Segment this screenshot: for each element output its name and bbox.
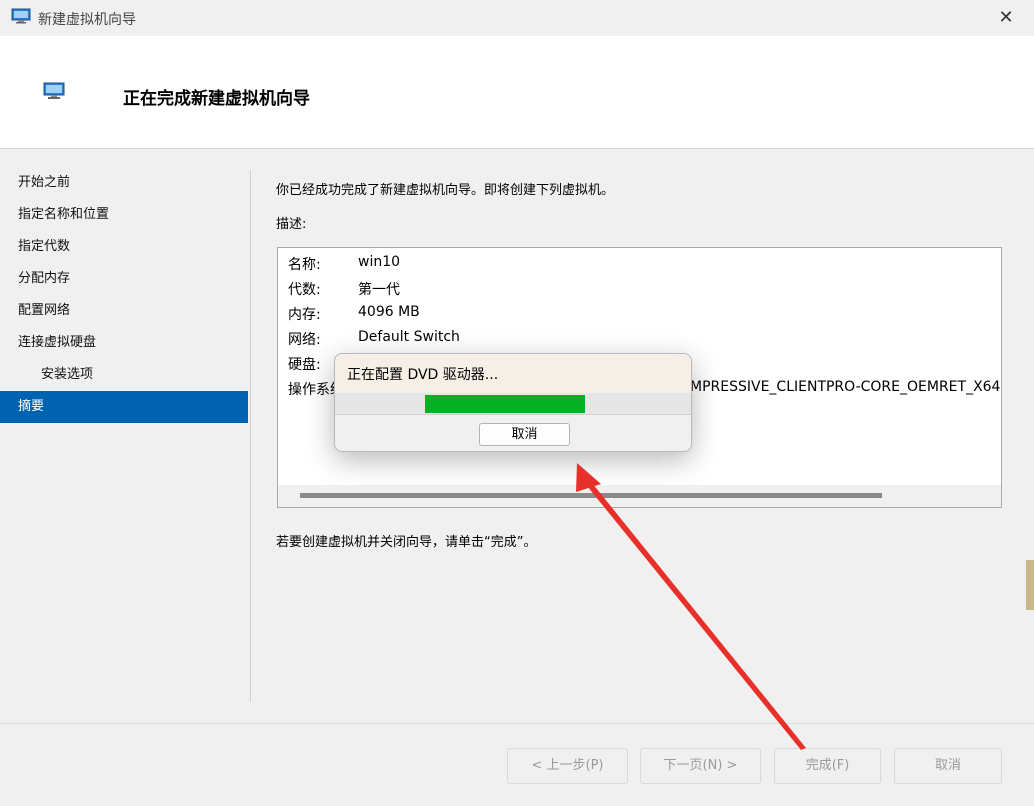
- close-icon: ✕: [998, 7, 1014, 28]
- nav-item-generation[interactable]: 指定代数: [0, 231, 250, 263]
- intro-text: 你已经成功完成了新建虚拟机向导。即将创建下列虚拟机。: [276, 183, 615, 198]
- summary-key: 名称:: [288, 257, 321, 273]
- vm-monitor-icon: [11, 8, 31, 24]
- wizard-header: 正在完成新建虚拟机向导: [0, 36, 1034, 149]
- vm-monitor-icon: [43, 82, 65, 99]
- footer-divider: [0, 723, 1034, 724]
- finish-instruction: 若要创建虚拟机并关闭向导，请单击“完成”。: [276, 535, 537, 550]
- summary-value: MPRESSIVE_CLIENTPRO-CORE_OEMRET_X64FRE: [690, 379, 1002, 395]
- cancel-button[interactable]: 取消: [894, 748, 1002, 784]
- wizard-nav: 开始之前 指定名称和位置 指定代数 分配内存 配置网络 连接虚拟硬盘 安装选项 …: [0, 167, 250, 423]
- summary-value: Default Switch: [358, 329, 460, 345]
- nav-item-before-you-begin[interactable]: 开始之前: [0, 167, 250, 199]
- nav-item-install-options[interactable]: 安装选项: [0, 359, 250, 391]
- nav-item-summary[interactable]: 摘要: [0, 391, 248, 423]
- page-title: 正在完成新建虚拟机向导: [123, 89, 310, 109]
- background-window-edge: [1026, 560, 1034, 610]
- horizontal-scrollbar[interactable]: [278, 485, 1001, 507]
- title-bar: 新建虚拟机向导 ✕: [0, 0, 1034, 36]
- summary-value: win10: [358, 254, 401, 270]
- summary-key: 内存:: [288, 307, 321, 323]
- dialog-title: 正在配置 DVD 驱动器...: [347, 367, 499, 383]
- summary-key: 代数:: [288, 282, 321, 298]
- summary-key: 网络:: [288, 332, 321, 348]
- nav-item-name-location[interactable]: 指定名称和位置: [0, 199, 250, 231]
- progress-dialog: 正在配置 DVD 驱动器... 取消: [334, 353, 692, 452]
- progress-bar: [335, 393, 691, 415]
- previous-button[interactable]: < 上一步(P): [507, 748, 628, 784]
- nav-divider: [250, 170, 251, 702]
- description-label: 描述:: [276, 217, 307, 232]
- nav-item-memory[interactable]: 分配内存: [0, 263, 250, 295]
- nav-item-networking[interactable]: 配置网络: [0, 295, 250, 327]
- summary-value: 4096 MB: [358, 304, 420, 320]
- window-title: 新建虚拟机向导: [38, 12, 136, 28]
- nav-item-virtual-disk[interactable]: 连接虚拟硬盘: [0, 327, 250, 359]
- finish-button[interactable]: 完成(F): [774, 748, 881, 784]
- close-button[interactable]: ✕: [996, 8, 1016, 28]
- dialog-header: 正在配置 DVD 驱动器...: [335, 354, 691, 393]
- next-button[interactable]: 下一页(N) >: [640, 748, 761, 784]
- summary-value: 第一代: [358, 282, 400, 298]
- dialog-cancel-button[interactable]: 取消: [479, 423, 570, 446]
- progress-fill: [425, 395, 585, 413]
- summary-key: 硬盘:: [288, 357, 321, 373]
- scrollbar-thumb[interactable]: [300, 493, 882, 498]
